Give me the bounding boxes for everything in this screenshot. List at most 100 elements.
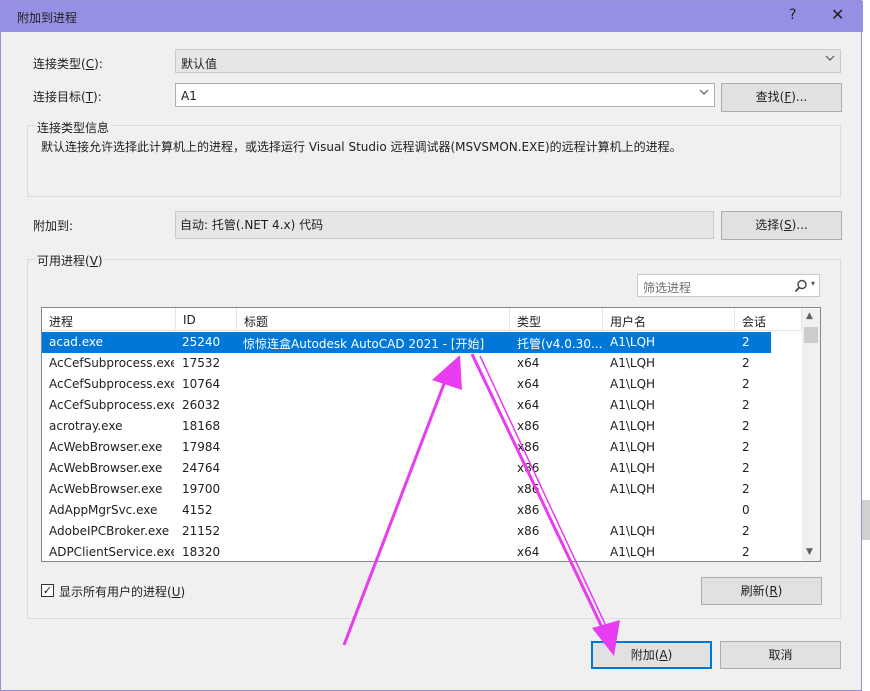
process-type-cell: x86 bbox=[517, 440, 540, 454]
attach-to-value: 自动: 托管(.NET 4.x) 代码 bbox=[180, 218, 324, 232]
process-list[interactable]: 进程 ID 标题 类型 用户名 会话 acad.exe 25240 惊惊连盒Auto… bbox=[41, 307, 821, 562]
available-processes-label: 可用进程(V) bbox=[35, 252, 105, 269]
search-icon bbox=[794, 279, 807, 293]
attach-button[interactable]: 附加(A) bbox=[591, 641, 712, 669]
connection-info-text: 默认连接允许选择此计算机上的进程，或选择运行 Visual Studio 远程调… bbox=[41, 140, 682, 154]
connection-target-value: A1 bbox=[181, 89, 197, 103]
process-id-cell: 24764 bbox=[182, 461, 221, 475]
scroll-down-icon[interactable]: ▼ bbox=[806, 547, 813, 557]
process-type-cell: x86 bbox=[517, 482, 540, 496]
process-id-cell: 17984 bbox=[182, 440, 221, 454]
help-button[interactable]: ? bbox=[789, 7, 796, 23]
process-session-cell: 2 bbox=[742, 440, 750, 454]
process-user-cell: A1\LQH bbox=[610, 356, 656, 370]
process-type-cell: x86 bbox=[517, 419, 540, 433]
process-id-cell: 19700 bbox=[182, 482, 221, 496]
process-session-cell: 0 bbox=[742, 503, 750, 517]
process-name-cell: AcWebBrowser.exe bbox=[49, 461, 163, 475]
column-header-session[interactable]: 会话 bbox=[735, 308, 802, 331]
process-user-cell: A1\LQH bbox=[610, 398, 656, 412]
scroll-up-icon[interactable]: ▲ bbox=[806, 311, 813, 321]
process-session-cell: 2 bbox=[742, 356, 750, 370]
chevron-down-icon bbox=[825, 55, 835, 61]
process-id-cell: 17532 bbox=[182, 356, 221, 370]
process-row[interactable]: AdAppMgrSvc.exe 4152 x86 0 bbox=[42, 500, 771, 521]
show-all-users-checkbox[interactable]: ✓ bbox=[41, 584, 54, 597]
process-id-cell: 26032 bbox=[182, 398, 221, 412]
process-row[interactable]: AcWebBrowser.exe 19700 x86 A1\LQH 2 bbox=[42, 479, 771, 500]
process-user-cell: A1\LQH bbox=[610, 482, 656, 496]
process-id-cell: 18168 bbox=[182, 419, 221, 433]
connection-target-label: 连接目标(T): bbox=[33, 90, 102, 104]
process-user-cell: A1\LQH bbox=[610, 524, 656, 538]
process-type-cell: x64 bbox=[517, 356, 540, 370]
chevron-down-icon bbox=[699, 89, 709, 95]
process-name-cell: AcCefSubprocess.exe bbox=[49, 398, 174, 412]
process-row[interactable]: AcCefSubprocess.exe 10764 x64 A1\LQH 2 bbox=[42, 374, 771, 395]
process-row[interactable]: AcCefSubprocess.exe 26032 x64 A1\LQH 2 bbox=[42, 395, 771, 416]
column-header-id[interactable]: ID bbox=[176, 308, 237, 331]
column-header-user[interactable]: 用户名 bbox=[603, 308, 735, 331]
refresh-button[interactable]: 刷新(R) bbox=[701, 577, 822, 605]
filter-processes-input[interactable]: 筛选进程 ▾ bbox=[637, 274, 820, 297]
filter-placeholder: 筛选进程 bbox=[643, 281, 692, 295]
close-button[interactable]: ✕ bbox=[831, 5, 844, 24]
process-session-cell: 2 bbox=[742, 482, 750, 496]
process-session-cell: 2 bbox=[742, 524, 750, 538]
process-type-cell: x86 bbox=[517, 461, 540, 475]
attach-to-process-dialog: 附加到进程 ? ✕ 连接类型(C): 默认值 连接目标(T): A1 查找(F)… bbox=[0, 0, 863, 691]
process-name-cell: AcCefSubprocess.exe bbox=[49, 356, 174, 370]
process-id-cell: 4152 bbox=[182, 503, 213, 517]
process-row[interactable]: AcCefSubprocess.exe 17532 x64 A1\LQH 2 bbox=[42, 353, 771, 374]
process-name-cell: AdAppMgrSvc.exe bbox=[49, 503, 158, 517]
process-session-cell: 2 bbox=[742, 398, 750, 412]
background-window-strip bbox=[862, 500, 870, 540]
process-name-cell: AcCefSubprocess.exe bbox=[49, 377, 174, 391]
column-header-process[interactable]: 进程 bbox=[42, 308, 176, 331]
select-code-type-button[interactable]: 选择(S)... bbox=[721, 211, 842, 240]
cancel-button[interactable]: 取消 bbox=[720, 641, 841, 669]
process-id-cell: 25240 bbox=[182, 335, 221, 349]
process-id-cell: 10764 bbox=[182, 377, 221, 391]
process-row[interactable]: AdobeIPCBroker.exe 21152 x86 A1\LQH 2 bbox=[42, 521, 771, 542]
connection-target-combo[interactable]: A1 bbox=[175, 83, 715, 107]
process-user-cell: A1\LQH bbox=[610, 377, 656, 391]
process-user-cell: A1\LQH bbox=[610, 419, 656, 433]
column-header-title[interactable]: 标题 bbox=[237, 308, 510, 331]
connection-type-value: 默认值 bbox=[181, 57, 218, 71]
process-type-cell: x64 bbox=[517, 398, 540, 412]
process-name-cell: acad.exe bbox=[49, 335, 104, 349]
checkmark-icon: ✓ bbox=[42, 584, 53, 597]
scrollbar-thumb[interactable] bbox=[804, 327, 818, 343]
process-name-cell: AcWebBrowser.exe bbox=[49, 440, 163, 454]
process-name-cell: AcWebBrowser.exe bbox=[49, 482, 163, 496]
window-title: 附加到进程 bbox=[17, 11, 78, 25]
filter-dropdown-icon[interactable]: ▾ bbox=[811, 279, 815, 288]
process-session-cell: 2 bbox=[742, 377, 750, 391]
process-id-cell: 18320 bbox=[182, 545, 221, 559]
process-list-scrollbar[interactable]: ▲ ▼ bbox=[802, 309, 820, 561]
process-type-cell: x64 bbox=[517, 545, 540, 559]
show-all-users-label: 显示所有用户的进程(U) bbox=[59, 585, 186, 599]
attach-to-label: 附加到: bbox=[33, 219, 74, 233]
process-row[interactable]: ADPClientService.exe 18320 x64 A1\LQH 2 bbox=[42, 542, 771, 563]
connection-type-label: 连接类型(C): bbox=[33, 57, 103, 71]
column-header-type[interactable]: 类型 bbox=[510, 308, 603, 331]
process-name-cell: AdobeIPCBroker.exe bbox=[49, 524, 170, 538]
attach-to-field: 自动: 托管(.NET 4.x) 代码 bbox=[175, 211, 714, 239]
process-row[interactable]: AcWebBrowser.exe 24764 x86 A1\LQH 2 bbox=[42, 458, 771, 479]
process-row[interactable]: AcWebBrowser.exe 17984 x86 A1\LQH 2 bbox=[42, 437, 771, 458]
process-user-cell: A1\LQH bbox=[610, 545, 656, 559]
process-name-cell: acrotray.exe bbox=[49, 419, 123, 433]
connection-info-group-label: 连接类型信息 bbox=[35, 119, 112, 136]
find-button[interactable]: 查找(F)... bbox=[721, 83, 842, 112]
process-type-cell: 托管(v4.0.30... bbox=[517, 337, 603, 351]
process-session-cell: 2 bbox=[742, 335, 750, 349]
process-session-cell: 2 bbox=[742, 545, 750, 559]
process-row[interactable]: acrotray.exe 18168 x86 A1\LQH 2 bbox=[42, 416, 771, 437]
process-id-cell: 21152 bbox=[182, 524, 221, 538]
process-session-cell: 2 bbox=[742, 461, 750, 475]
process-row[interactable]: acad.exe 25240 惊惊连盒Autodesk AutoCAD 2021 -… bbox=[42, 332, 771, 353]
process-user-cell: A1\LQH bbox=[610, 335, 656, 349]
connection-type-combo[interactable]: 默认值 bbox=[175, 49, 841, 73]
